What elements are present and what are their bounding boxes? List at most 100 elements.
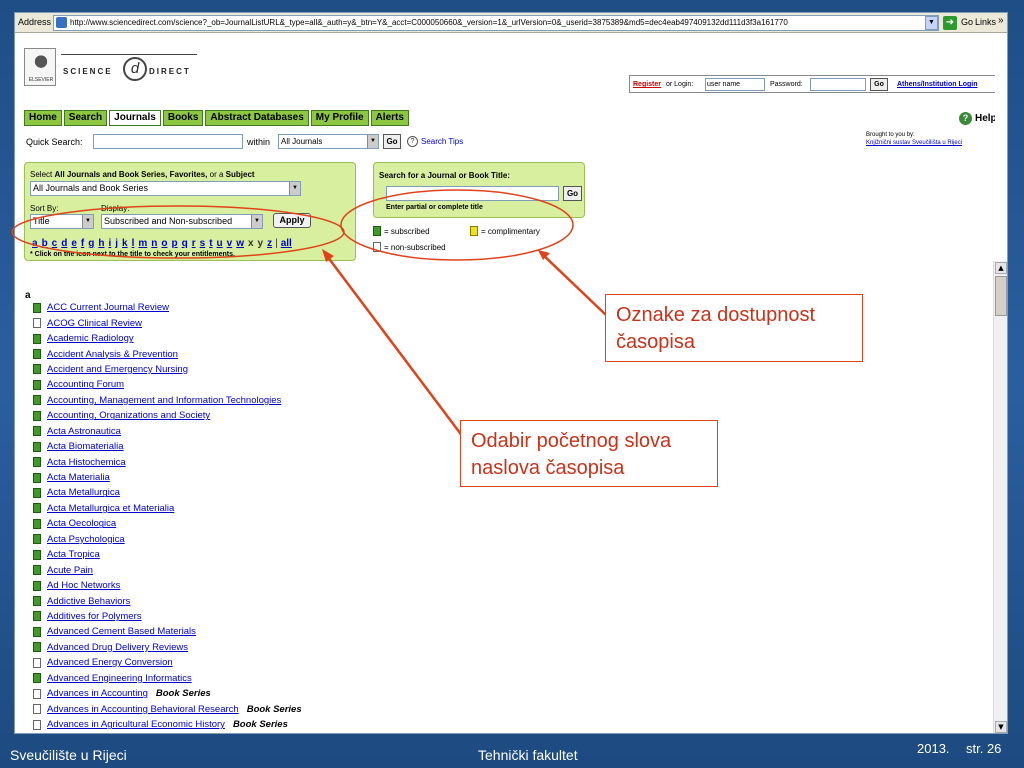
subscribed-icon[interactable] (33, 503, 41, 514)
journal-title-link[interactable]: Accounting, Organizations and Society (47, 410, 210, 421)
password-input[interactable] (810, 78, 866, 91)
subscribed-icon[interactable] (33, 349, 41, 360)
subscribed-icon[interactable] (33, 426, 41, 437)
letter-link[interactable]: d (59, 238, 69, 249)
username-input[interactable]: user name (705, 78, 765, 91)
journal-title-link[interactable]: Ad Hoc Networks (47, 580, 120, 591)
scroll-down-icon[interactable]: ▼ (995, 721, 1007, 733)
chevron-down-icon[interactable]: ▼ (367, 135, 378, 148)
subscribed-icon[interactable] (33, 596, 41, 607)
subscribed-icon[interactable] (33, 333, 41, 344)
tab-books[interactable]: Books (162, 110, 204, 126)
letter-link[interactable]: t (207, 238, 214, 249)
subscribed-icon[interactable] (33, 457, 41, 468)
journal-title-link[interactable]: Advances in Agricultural Economic Histor… (47, 719, 225, 730)
quick-search-go-button[interactable]: Go (383, 134, 401, 149)
journal-title-link[interactable]: Accounting Forum (47, 379, 124, 390)
journal-title-link[interactable]: Acta Psychologica (47, 534, 125, 545)
letter-link[interactable]: n (149, 238, 159, 249)
journal-title-link[interactable]: Acta Metallurgica (47, 487, 120, 498)
non-subscribed-icon[interactable] (33, 318, 41, 329)
journal-title-link[interactable]: Additives for Polymers (47, 611, 142, 622)
library-link[interactable]: Knjižnični sustav Sveučilišta u Rijeci (866, 139, 995, 147)
chevron-down-icon[interactable]: ▼ (289, 182, 300, 195)
letter-link-all[interactable]: all (279, 238, 294, 249)
letter-link[interactable]: p (170, 238, 180, 249)
journal-title-link[interactable]: Acta Tropica (47, 549, 100, 560)
letter-link[interactable]: e (69, 238, 79, 249)
letter-link[interactable]: s (198, 238, 208, 249)
help-button[interactable]: ? Help (959, 112, 995, 125)
search-tips-link[interactable]: ? Search Tips (407, 136, 463, 147)
subscribed-icon[interactable] (33, 441, 41, 452)
journal-title-link[interactable]: ACC Current Journal Review (47, 302, 169, 313)
scroll-up-icon[interactable]: ▲ (995, 262, 1007, 274)
journal-title-link[interactable]: Advanced Drug Delivery Reviews (47, 642, 188, 653)
title-search-go-button[interactable]: Go (563, 186, 582, 201)
letter-link[interactable]: z (265, 238, 274, 249)
athens-login-link[interactable]: Athens/Institution Login (897, 81, 978, 88)
letter-link[interactable]: u (215, 238, 225, 249)
journal-title-link[interactable]: ACOG Clinical Review (47, 318, 142, 329)
quick-search-input[interactable] (93, 134, 243, 149)
subscribed-icon[interactable] (33, 364, 41, 375)
subscribed-icon[interactable] (33, 487, 41, 498)
letter-link[interactable]: q (180, 238, 190, 249)
help-label[interactable]: Help (975, 113, 995, 124)
subscribed-icon[interactable] (33, 534, 41, 545)
letter-link[interactable]: g (86, 238, 96, 249)
non-subscribed-icon[interactable] (33, 704, 41, 715)
letter-link[interactable]: i (106, 238, 113, 249)
subscribed-icon[interactable] (33, 395, 41, 406)
subscribed-icon[interactable] (33, 580, 41, 591)
subscribed-icon[interactable] (33, 379, 41, 390)
tab-alerts[interactable]: Alerts (370, 110, 409, 126)
series-select[interactable]: All Journals and Book Series ▼ (30, 181, 301, 196)
search-tips-label[interactable]: Search Tips (421, 137, 463, 146)
tab-my-profile[interactable]: My Profile (310, 110, 369, 126)
letter-link[interactable]: b (40, 238, 50, 249)
journal-title-link[interactable]: Advanced Cement Based Materials (47, 626, 196, 637)
subscribed-icon[interactable] (33, 642, 41, 653)
journal-title-link[interactable]: Acta Materialia (47, 472, 110, 483)
chevron-down-icon[interactable]: ▼ (251, 215, 262, 228)
letter-link[interactable]: l (130, 238, 137, 249)
journal-title-link[interactable]: Acta Metallurgica et Materialia (47, 503, 174, 514)
go-button[interactable]: Go (961, 17, 973, 27)
title-search-input[interactable] (386, 186, 559, 201)
journal-title-link[interactable]: Acta Astronautica (47, 426, 121, 437)
journal-title-link[interactable]: Accounting, Management and Information T… (47, 395, 281, 406)
tab-home[interactable]: Home (24, 110, 62, 126)
journal-title-link[interactable]: Advances in Accounting (47, 688, 148, 699)
letter-link[interactable]: k (120, 238, 130, 249)
scroll-thumb[interactable] (995, 276, 1007, 316)
register-link[interactable]: Register (633, 81, 661, 88)
within-select[interactable]: All Journals ▼ (278, 134, 379, 149)
chevron-down-icon[interactable]: ▼ (925, 16, 938, 30)
non-subscribed-icon[interactable] (33, 719, 41, 730)
apply-button[interactable]: Apply (273, 213, 311, 228)
letter-link[interactable]: j (113, 238, 120, 249)
go-arrow-icon[interactable]: ➜ (943, 16, 957, 30)
letter-link[interactable]: w (234, 238, 246, 249)
links-more-icon[interactable]: » (998, 15, 1004, 26)
chevron-down-icon[interactable]: ▼ (82, 215, 93, 228)
letter-link[interactable]: c (50, 238, 60, 249)
non-subscribed-icon[interactable] (33, 657, 41, 668)
subscribed-icon[interactable] (33, 626, 41, 637)
address-input[interactable]: http://www.sciencedirect.com/science?_ob… (53, 15, 939, 31)
tab-journals[interactable]: Journals (109, 110, 161, 126)
vertical-scrollbar[interactable]: ▲ ▼ (993, 261, 1007, 733)
links-label[interactable]: Links (975, 17, 996, 27)
journal-title-link[interactable]: Accident and Emergency Nursing (47, 364, 188, 375)
subscribed-icon[interactable] (33, 410, 41, 421)
letter-link[interactable]: a (30, 238, 40, 249)
journal-title-link[interactable]: Academic Radiology (47, 333, 134, 344)
login-go-button[interactable]: Go (870, 78, 888, 91)
journal-title-link[interactable]: Advances in Accounting Behavioral Resear… (47, 704, 239, 715)
letter-link[interactable]: h (96, 238, 106, 249)
subscribed-icon[interactable] (33, 611, 41, 622)
journal-title-link[interactable]: Advanced Engineering Informatics (47, 673, 192, 684)
journal-title-link[interactable]: Accident Analysis & Prevention (47, 349, 178, 360)
subscribed-icon[interactable] (33, 549, 41, 560)
